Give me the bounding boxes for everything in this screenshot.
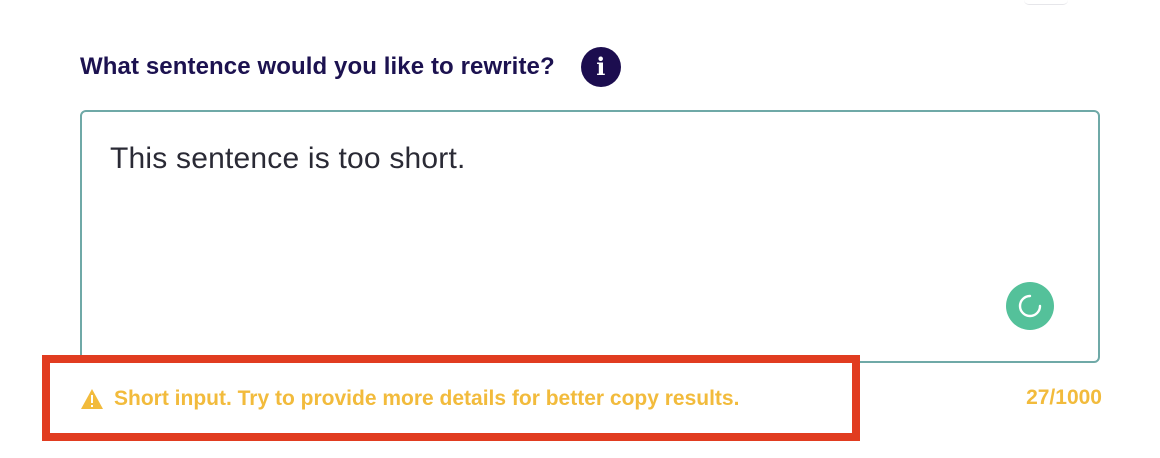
character-count: 27/1000: [1026, 386, 1102, 409]
rewrite-form-page: What sentence would you like to rewrite?…: [0, 0, 1160, 458]
question-label-row: What sentence would you like to rewrite?…: [80, 46, 621, 88]
warning-text: Short input. Try to provide more details…: [114, 387, 740, 410]
warning-triangle-icon: [80, 388, 104, 410]
question-label: What sentence would you like to rewrite?: [80, 53, 555, 80]
sentence-input-value: This sentence is too short.: [110, 142, 466, 175]
top-edge-divider: [1024, 0, 1068, 5]
loading-spinner-icon: [1006, 282, 1054, 330]
info-icon[interactable]: i: [580, 47, 621, 87]
short-input-warning: Short input. Try to provide more details…: [80, 384, 739, 414]
sentence-input[interactable]: This sentence is too short.: [80, 110, 1100, 363]
